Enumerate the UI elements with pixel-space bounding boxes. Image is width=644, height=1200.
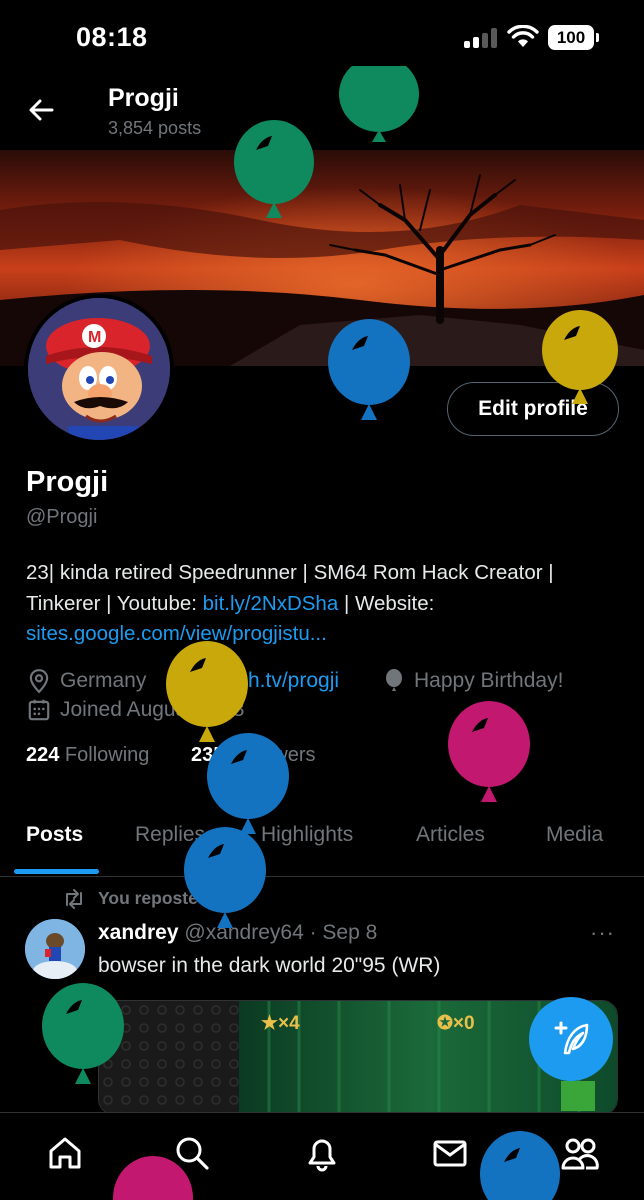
people-icon[interactable] — [560, 1133, 600, 1173]
calendar-icon — [28, 699, 50, 721]
twitch-row: twitch.tv/progji — [172, 668, 339, 694]
compose-button[interactable] — [529, 997, 613, 1081]
birthday-row: Happy Birthday! — [382, 668, 563, 694]
status-bar: 08:18 100 — [0, 0, 644, 80]
back-arrow-icon[interactable] — [22, 90, 62, 130]
tab-articles[interactable]: Articles — [416, 823, 485, 847]
website-link[interactable]: sites.google.com/view/progjistu... — [26, 619, 626, 650]
repost-icon — [66, 888, 82, 909]
repost-indicator: You reposted — [62, 888, 209, 909]
joined-row: Joined August 2018 — [26, 697, 245, 723]
battery-indicator: 100 — [548, 25, 594, 50]
map-pin-icon — [29, 669, 49, 694]
following-label: Following — [59, 744, 150, 766]
balloon-magenta-1 — [448, 701, 530, 802]
profile-display-name: Progji — [26, 466, 109, 498]
joined-text: Joined August 2018 — [60, 698, 245, 721]
edit-profile-button[interactable]: Edit profile — [447, 382, 619, 436]
author-avatar-image — [25, 919, 85, 979]
post-author-meta: @xandrey64 · Sep 8 — [178, 921, 378, 944]
profile-avatar[interactable]: M — [24, 294, 174, 444]
battery-tip — [596, 33, 599, 42]
post-author-line: xandrey @xandrey64 · Sep 8 — [98, 921, 377, 945]
feather-plus-icon — [554, 1021, 589, 1055]
post-author-avatar[interactable] — [25, 919, 85, 979]
tabs-divider — [0, 876, 644, 877]
profile-bio: 23| kinda retired Speedrunner | SM64 Rom… — [26, 558, 626, 650]
bio-line-2: Tinkerer | Youtube: bit.ly/2NxDSha | Web… — [26, 589, 626, 620]
followers-link[interactable]: 235 Followers — [191, 744, 316, 767]
following-link[interactable]: 224 Following — [26, 744, 149, 767]
wifi-icon — [507, 25, 539, 47]
birthday-text: Happy Birthday! — [414, 669, 564, 692]
home-icon[interactable] — [45, 1133, 85, 1173]
followers-count: 235 — [191, 744, 225, 766]
profile-tabs: Posts Replies Highlights Articles Media — [0, 805, 644, 875]
svg-text:M: M — [88, 329, 101, 346]
followers-label: Followers — [224, 744, 316, 766]
status-time: 08:18 — [76, 22, 148, 52]
post-author-name[interactable]: xandrey — [98, 921, 179, 944]
mario-avatar-image: M — [28, 298, 170, 440]
header-name: Progji — [108, 84, 179, 112]
tab-replies[interactable]: Replies — [135, 823, 205, 847]
tab-posts[interactable]: Posts — [26, 823, 83, 847]
balloon-icon — [386, 669, 402, 691]
bottom-navigation — [0, 1112, 644, 1200]
hud-lives-text: ★×4 — [261, 1013, 300, 1034]
search-icon[interactable] — [172, 1133, 212, 1173]
youtube-link[interactable]: bit.ly/2NxDSha — [203, 592, 339, 615]
bio-line-2-suffix: | Website: — [338, 591, 435, 615]
location-text: Germany — [60, 669, 147, 692]
repost-label: You reposted — [98, 888, 209, 908]
profile-handle: @Progji — [26, 506, 98, 528]
cellular-signal-icon — [464, 28, 498, 48]
bell-icon[interactable] — [302, 1133, 342, 1173]
tab-highlights[interactable]: Highlights — [261, 823, 353, 847]
post-text: bowser in the dark world 20"95 (WR) — [98, 954, 441, 977]
link-icon — [175, 671, 195, 691]
bio-line-1: 23| kinda retired Speedrunner | SM64 Rom… — [26, 561, 554, 584]
hud-coins-text: ✪×0 — [437, 1013, 475, 1034]
post-more-options-icon[interactable]: ··· — [590, 920, 615, 946]
header-posts-count: 3,854 posts — [108, 118, 202, 138]
mail-icon[interactable] — [430, 1133, 470, 1173]
active-tab-indicator — [14, 869, 99, 874]
twitch-link[interactable]: twitch.tv/progji — [206, 669, 339, 693]
location-row: Germany — [26, 668, 146, 694]
following-count: 224 — [26, 744, 60, 766]
tab-media[interactable]: Media — [546, 823, 603, 847]
bio-line-2-prefix: Tinkerer | Youtube: — [26, 591, 203, 615]
